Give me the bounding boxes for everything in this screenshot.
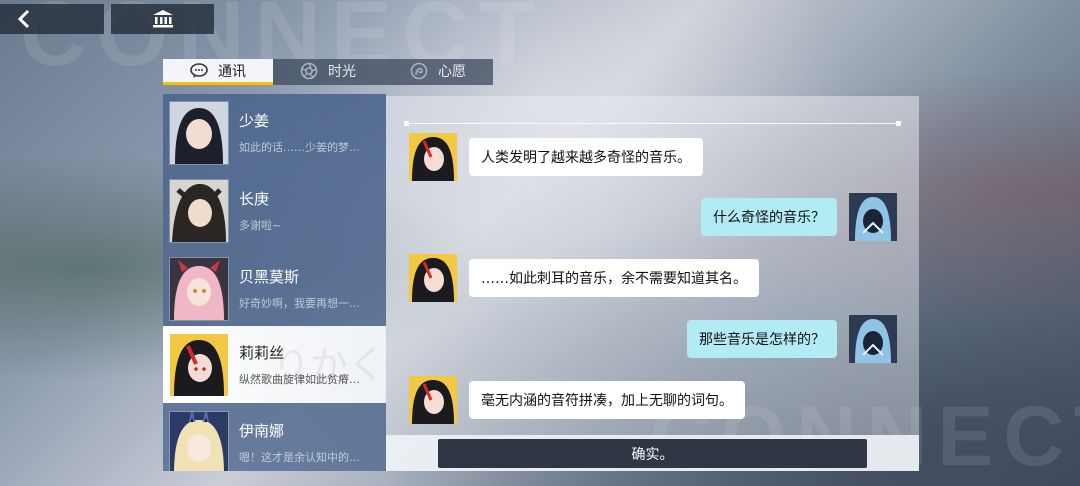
contact-name: 少姜 [239,112,270,130]
message-row: 什么奇怪的音乐？ [701,193,897,241]
aperture-icon [300,62,318,80]
contact-list[interactable]: 少姜 如此的话……少姜的梦… 长庚 多谢啦~ 贝黑莫斯 好奇妙啊，我要再想一… [163,94,386,471]
contact-item-shaojiang[interactable]: 少姜 如此的话……少姜的梦… [163,94,386,171]
tab-time[interactable]: 时光 [273,59,383,85]
tab-messages[interactable]: 通讯 [163,59,273,85]
message-row: 那些音乐是怎样的？ [687,315,897,363]
chat-divider [404,121,901,126]
message-bubble: 什么奇怪的音乐？ [701,198,837,236]
tab-wish[interactable]: 心愿 [383,59,493,85]
contact-name: 贝黑莫斯 [239,268,300,286]
message-row: 人类发明了越来越多奇怪的音乐。 [409,133,703,181]
contact-item-behemoth[interactable]: 贝黑莫斯 好奇妙啊，我要再想一… [163,250,386,327]
bank-building-icon [152,10,173,28]
contact-preview: 好奇妙啊，我要再想一… [239,297,360,310]
message-bubble: ……如此刺耳的音乐，余不需要知道其名。 [469,259,759,297]
avatar [169,178,229,243]
wish-icon [410,62,428,80]
message-bubble: 人类发明了越来越多奇怪的音乐。 [469,138,703,176]
contact-preview: 多谢啦~ [239,219,282,232]
tab-label: 时光 [328,64,356,80]
contact-preview: 如此的话……少姜的梦… [239,141,360,154]
contact-item-inanna[interactable]: 伊南娜 嗯！这才是余认知中的… [163,404,386,471]
message-row: 毫无内涵的音符拼凑，加上无聊的词句。 [409,376,745,424]
message-bubble: 那些音乐是怎样的？ [687,320,837,358]
avatar-lilith [409,376,457,424]
avatar [169,332,229,397]
avatar-player [849,315,897,363]
avatar-player [849,193,897,241]
avatar-lilith [409,254,457,302]
contact-kana-decoration: りかく [271,343,386,387]
home-bank-button[interactable] [111,4,214,34]
chevron-left-icon [17,9,30,29]
avatar [169,100,229,165]
avatar [169,410,229,471]
tab-label: 心愿 [438,64,466,80]
reply-option-button[interactable]: 确实。 [438,439,867,468]
avatar-lilith [409,133,457,181]
contact-preview: 嗯！这才是余认知中的… [239,451,360,464]
message-row: ……如此刺耳的音乐，余不需要知道其名。 [409,254,759,302]
avatar [169,256,229,321]
contact-item-lilith[interactable]: りかく 莉莉丝 纵然歌曲旋律如此贫瘠… [163,326,386,403]
tab-label: 通讯 [218,63,246,80]
contact-item-changgeng[interactable]: 长庚 多谢啦~ [163,172,386,249]
back-button[interactable] [0,4,104,34]
chat-panel[interactable]: 人类发明了越来越多奇怪的音乐。 什么奇怪的音乐？ ……如此刺耳的音乐，余不需要知… [386,96,919,471]
message-bubble: 毫无内涵的音符拼凑，加上无聊的词句。 [469,381,745,419]
chat-bubble-icon [190,62,208,80]
contact-name: 长庚 [239,190,270,208]
contact-name: 伊南娜 [239,422,285,440]
tab-bar: 通讯 时光 心愿 [163,59,493,85]
